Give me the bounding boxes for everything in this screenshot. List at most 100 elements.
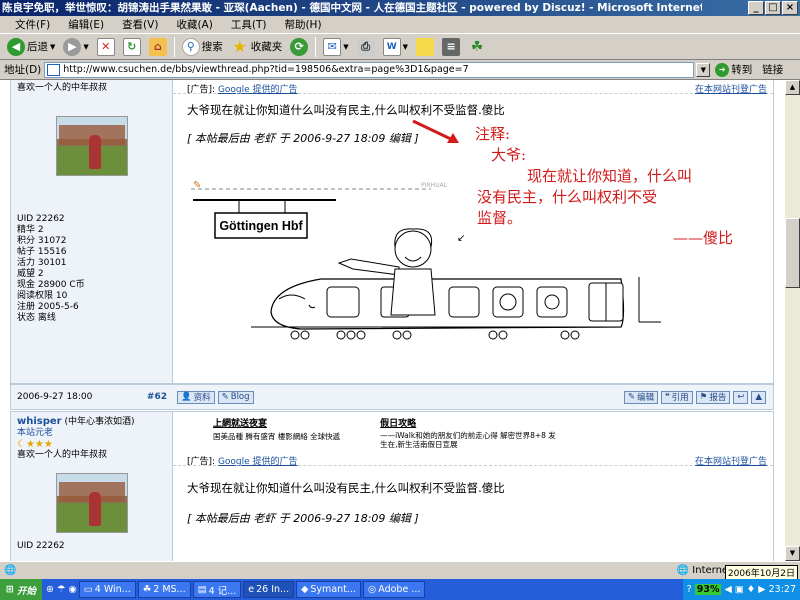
menu-bar: 文件(F) 编辑(E) 查看(V) 收藏(A) 工具(T) 帮助(H) xyxy=(0,16,800,66)
messenger-icon: ☘ xyxy=(470,38,484,55)
google-ad-link[interactable]: Google 提供的广告 xyxy=(218,85,298,95)
go-button[interactable]: ➜ 转到 xyxy=(715,62,752,77)
address-dropdown-button[interactable]: ▼ xyxy=(696,62,711,77)
up-arrow-icon: ▲ xyxy=(755,392,762,402)
stop-button[interactable]: ✕ xyxy=(94,36,118,58)
blog-icon: ✎ xyxy=(221,392,229,402)
quicklaunch-icon[interactable]: ◉ xyxy=(68,584,76,595)
taskbar-item[interactable]: ▤ 4 记... xyxy=(192,581,242,598)
taskbar-item[interactable]: e 26 In... xyxy=(243,581,295,598)
windows-logo-icon: ⊞ xyxy=(6,584,14,595)
maximize-button[interactable]: □ xyxy=(765,1,781,15)
clock[interactable]: 23:27 xyxy=(769,584,796,595)
tray-icon[interactable]: ♦ xyxy=(747,584,756,595)
start-button[interactable]: ⊞ 开始 xyxy=(0,579,42,600)
google-ad-link[interactable]: Google 提供的广告 xyxy=(218,457,298,467)
taskbar-item-label: 4 Win... xyxy=(94,584,131,595)
post-date: 2006-9-27 18:00 xyxy=(17,392,93,402)
stat-activity: 活力 30101 xyxy=(17,258,67,268)
edit-button[interactable]: W ▼ xyxy=(380,36,411,58)
address-label: 地址(D) xyxy=(4,64,42,76)
profile-label: 资料 xyxy=(193,393,211,403)
stat-uid: UID 22262 xyxy=(17,214,65,224)
print-button[interactable]: ⎙ xyxy=(354,36,378,58)
tray-icon[interactable]: ? xyxy=(687,584,692,595)
discuss-button[interactable] xyxy=(413,36,437,58)
quicklaunch-icon[interactable]: ☂ xyxy=(57,584,66,595)
taskbar-item[interactable]: ☘ 2 MS... xyxy=(137,581,191,598)
messenger-button[interactable]: ☘ xyxy=(465,36,489,58)
post: 喜欢一个人的中年叔叔 UID 22262 精华 2 积分 31072 帖子 15… xyxy=(10,80,774,384)
home-icon: ⌂ xyxy=(148,37,167,56)
links-toolbar[interactable]: 链接 xyxy=(762,62,783,77)
minimize-button[interactable]: _ xyxy=(748,1,764,15)
vertical-scrollbar[interactable]: ▲ ▼ xyxy=(785,80,800,561)
globe-icon: 🌐 xyxy=(676,565,690,576)
search-button[interactable]: ⚲ 搜索 xyxy=(179,36,226,58)
taskbar-item[interactable]: ◆ Symant... xyxy=(296,581,361,598)
stat-read-perm: 阅读权限 10 xyxy=(17,291,68,301)
menu-favorites[interactable]: 收藏(A) xyxy=(167,17,221,32)
forward-button[interactable]: ▶ ▼ xyxy=(60,36,91,58)
favorites-button[interactable]: ★ 收藏夹 xyxy=(228,36,286,58)
post: whisper (中年心事浓如酒) 本站元老 ☾★★★ 喜欢一个人的中年叔叔 U… xyxy=(10,411,774,561)
top-button[interactable]: ▲ xyxy=(751,390,766,404)
scroll-thumb[interactable] xyxy=(785,218,800,288)
date-tooltip: 2006年10月2日 xyxy=(724,565,798,580)
taskbar-item-label: 4 记... xyxy=(208,585,237,597)
msn-icon: ☘ xyxy=(142,584,152,595)
promo-block[interactable]: 上網就送夜宴 国美品種 腾有盛宵 樓影網絡 全球快遞 xyxy=(213,416,340,448)
advertise-link[interactable]: 在本网站刊登广告 xyxy=(695,454,767,467)
quicklaunch-icon[interactable]: ⊕ xyxy=(46,584,54,595)
taskbar-item[interactable]: ▭ 4 Win... xyxy=(78,581,136,598)
tray-icon[interactable]: ▶ xyxy=(758,584,765,595)
quote-icon: ❝ xyxy=(665,392,670,402)
search-label: 搜索 xyxy=(201,41,223,53)
blog-button[interactable]: ✎ Blog xyxy=(217,390,254,404)
report-button[interactable]: ⚑ 报告 xyxy=(695,390,731,404)
status-bar: 🌐 🌐 Internet 2006年10月2日 xyxy=(0,561,800,580)
menu-tools[interactable]: 工具(T) xyxy=(222,17,276,32)
character-body xyxy=(390,268,436,316)
history-button[interactable]: ⟳ xyxy=(287,36,311,58)
speaker-icon[interactable]: ◀ xyxy=(724,584,731,595)
ad-label: [广告]: xyxy=(187,85,216,95)
close-button[interactable]: × xyxy=(782,1,798,15)
battery-indicator[interactable]: 93% xyxy=(694,584,722,595)
security-zone: 🌐 Internet xyxy=(677,565,732,576)
mail-icon: ✉ xyxy=(323,37,342,56)
menu-edit[interactable]: 编辑(E) xyxy=(59,17,113,32)
edit-post-button[interactable]: ✎ 编辑 xyxy=(623,390,659,404)
menu-view[interactable]: 查看(V) xyxy=(113,17,167,32)
post-floor-number[interactable]: #62 xyxy=(147,392,167,402)
network-icon[interactable]: ▣ xyxy=(735,584,744,595)
mail-button[interactable]: ✉ ▼ xyxy=(320,36,351,58)
pencil-icon: ✎ xyxy=(193,180,201,191)
reply-arrow-button[interactable]: ↩ xyxy=(733,390,749,404)
taskbar-item-label: 2 MS... xyxy=(153,584,186,595)
taskbar-item[interactable]: ◎ Adobe ... xyxy=(362,581,426,598)
toolbar: ◀ 后退 ▼ ▶ ▼ ✕ ↻ ⌂ ⚲ 搜索 ★ 收藏夹 ⟳ ✉ ▼ ⎙ W ▼ … xyxy=(0,34,800,60)
scroll-up-button[interactable]: ▲ xyxy=(785,80,800,95)
title-bar: 陈良宇免职，举世惊叹：胡锦涛出手果然果敢 - 亚琛(Aachen) - 德国中文… xyxy=(0,0,800,16)
advertise-link[interactable]: 在本网站刊登广告 xyxy=(695,82,767,95)
username-link[interactable]: whisper xyxy=(17,416,62,427)
arrow-mark: ↙ xyxy=(457,233,465,244)
quote-button[interactable]: ❝ 引用 xyxy=(661,390,693,404)
train-body xyxy=(270,278,625,330)
stat-register-date: 注册 2005-5-6 xyxy=(17,302,79,312)
address-input[interactable]: http://www.csuchen.de/bbs/viewthread.php… xyxy=(44,61,695,78)
refresh-button[interactable]: ↻ xyxy=(120,36,144,58)
post-body: 上網就送夜宴 国美品種 腾有盛宵 樓影網絡 全球快遞 假日攻略 ——iWalk和… xyxy=(173,412,773,561)
promo-title: 上網就送夜宴 xyxy=(213,419,268,429)
menu-file[interactable]: 文件(F) xyxy=(6,17,59,32)
scroll-down-button[interactable]: ▼ xyxy=(785,546,800,561)
user-stats: UID 22262 精华 2 积分 31072 帖子 15516 活力 3010… xyxy=(17,214,166,324)
promo-block[interactable]: 假日攻略 ——iWalk和她的朋友们的前走心得 解密世界8+8 发生在,新生活南… xyxy=(380,416,560,449)
back-button[interactable]: ◀ 后退 ▼ xyxy=(4,36,58,58)
menu-help[interactable]: 帮助(H) xyxy=(275,17,330,32)
profile-button[interactable]: 👤 资料 xyxy=(177,390,215,404)
home-button[interactable]: ⌂ xyxy=(146,36,170,58)
research-button[interactable]: ≡ xyxy=(439,36,463,58)
post-message: 大爷现在就让你知道什么叫没有民主,什么叫权利不受监督.傻比 xyxy=(187,103,505,117)
